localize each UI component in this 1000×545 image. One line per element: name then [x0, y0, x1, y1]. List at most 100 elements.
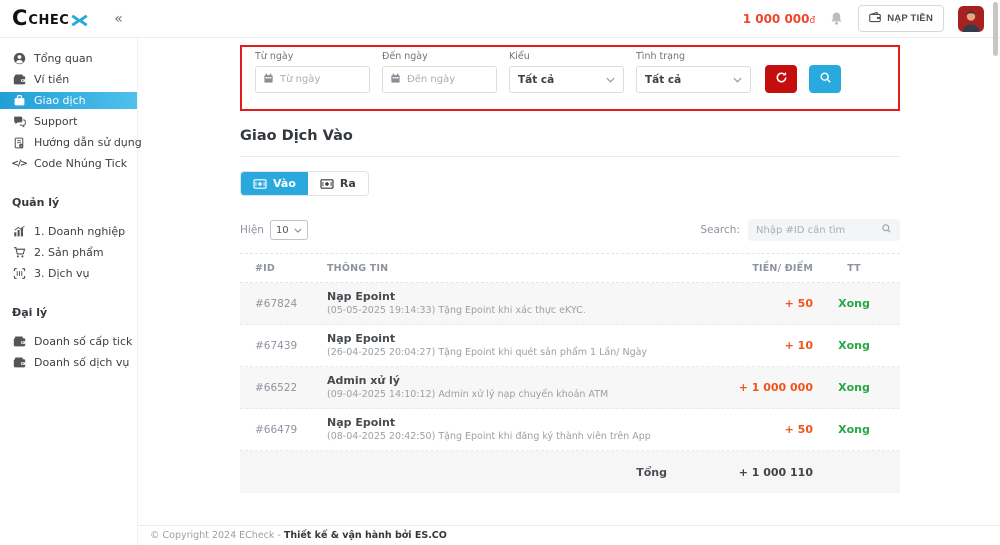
- table-search-label: Search:: [700, 224, 740, 236]
- table-row[interactable]: #66522 Admin xử lý (09-04-2025 14:10:12)…: [240, 367, 900, 409]
- footer-copyright: © Copyright 2024 ECheck -: [150, 530, 281, 541]
- sidebar-item-support[interactable]: Support: [0, 111, 137, 132]
- briefcase-icon: [12, 94, 26, 107]
- sidebar-item-doanh-so-dich-vu[interactable]: Doanh số dịch vụ: [0, 352, 137, 373]
- search-icon: [881, 223, 892, 237]
- type-select-value: Tất cả: [518, 74, 554, 86]
- to-date-label: Đến ngày: [382, 51, 497, 62]
- total-label: Tổng: [327, 466, 685, 479]
- col-header-amount: TIỀN/ ĐIỂM: [695, 263, 813, 274]
- cart-icon: [12, 246, 26, 259]
- sidebar-collapse-icon[interactable]: «: [114, 11, 123, 27]
- transactions-table: #ID THÔNG TIN TIỀN/ ĐIỂM TT #67824 Nạp E…: [240, 253, 900, 493]
- row-id: #67824: [255, 298, 317, 310]
- main-area: Từ ngày Đến ngày Kiểu Tất cả: [138, 38, 1000, 545]
- direction-tabs: Vào Ra: [240, 171, 369, 196]
- row-amount: + 1 000 000: [695, 381, 813, 394]
- sidebar-item-doanh-so-cap-tick[interactable]: Doanh số cấp tick: [0, 331, 137, 352]
- sidebar-item-vi-tien[interactable]: Ví tiền: [0, 69, 137, 90]
- logo-c-glyph: C: [12, 8, 27, 29]
- sidebar-item-code-nhung[interactable]: </> Code Nhúng Tick: [0, 153, 137, 174]
- sidebar-item-label: Doanh số dịch vụ: [34, 356, 129, 369]
- sidebar-section-quan-ly: Quản lý: [0, 196, 137, 209]
- page-size-select[interactable]: 10: [270, 220, 308, 240]
- refresh-button[interactable]: [765, 65, 797, 93]
- tab-ra[interactable]: Ra: [308, 172, 368, 195]
- show-label: Hiện: [240, 224, 264, 236]
- footer: © Copyright 2024 ECheck - Thiết kế & vận…: [138, 525, 1000, 545]
- topup-wallet-icon: [869, 11, 881, 26]
- svg-text:i: i: [21, 143, 22, 147]
- chevron-down-icon: [733, 74, 742, 86]
- table-search-input[interactable]: [756, 225, 875, 236]
- vertical-scrollbar[interactable]: [993, 2, 998, 56]
- table-total-row: Tổng + 1 000 110: [240, 451, 900, 493]
- row-status: Xong: [823, 423, 885, 436]
- sidebar-item-label: Hướng dẫn sử dụng: [34, 136, 142, 149]
- sidebar-item-label: Support: [34, 115, 77, 128]
- sidebar-item-label: Doanh số cấp tick: [34, 335, 132, 348]
- table-body: #67824 Nạp Epoint (05-05-2025 19:14:33) …: [240, 283, 900, 451]
- notifications-bell-icon[interactable]: [829, 11, 844, 26]
- status-select[interactable]: Tất cả: [636, 66, 751, 93]
- calendar-icon: [263, 73, 274, 87]
- code-icon: </>: [12, 159, 26, 169]
- table-row[interactable]: #66479 Nạp Epoint (08-04-2025 20:42:50) …: [240, 409, 900, 451]
- sidebar-item-label: 1. Doanh nghiệp: [34, 225, 125, 238]
- sidebar-item-giao-dich[interactable]: Giao dịch: [0, 92, 137, 109]
- row-title: Admin xử lý: [327, 374, 685, 389]
- app-logo[interactable]: CCHEC: [12, 8, 88, 29]
- page-title: Giao Dịch Vào: [240, 128, 900, 144]
- sidebar-item-doanh-nghiep[interactable]: 1. Doanh nghiệp: [0, 221, 137, 242]
- row-detail: (08-04-2025 20:42:50) Tặng Epoint khi đă…: [327, 431, 685, 444]
- row-amount: + 50: [695, 423, 813, 436]
- footer-credit: Thiết kế & vận hành bởi ES.CO: [284, 530, 447, 541]
- chevron-down-icon: [606, 74, 615, 86]
- to-date-input[interactable]: [382, 66, 497, 93]
- bar-chart-icon: [12, 225, 26, 238]
- tab-vao[interactable]: Vào: [241, 172, 308, 195]
- row-title: Nạp Epoint: [327, 416, 685, 431]
- type-label: Kiểu: [509, 51, 624, 62]
- sidebar-section-dai-ly: Đại lý: [0, 306, 137, 319]
- table-search-box[interactable]: [748, 219, 900, 241]
- sidebar-item-huong-dan[interactable]: i Hướng dẫn sử dụng: [0, 132, 137, 153]
- topup-button[interactable]: NẠP TIỀN: [858, 5, 944, 32]
- total-value: + 1 000 110: [695, 466, 813, 479]
- barcode-scan-icon: [12, 267, 26, 280]
- from-date-field[interactable]: [280, 74, 362, 85]
- from-date-input[interactable]: [255, 66, 370, 93]
- page-size-value: 10: [276, 225, 289, 236]
- row-id: #66522: [255, 382, 317, 394]
- type-select[interactable]: Tất cả: [509, 66, 624, 93]
- row-amount: + 10: [695, 339, 813, 352]
- table-header-row: #ID THÔNG TIN TIỀN/ ĐIỂM TT: [240, 253, 900, 283]
- filter-bar: Từ ngày Đến ngày Kiểu Tất cả: [240, 45, 900, 111]
- user-avatar[interactable]: [958, 6, 984, 32]
- to-date-field[interactable]: [407, 74, 489, 85]
- row-status: Xong: [823, 339, 885, 352]
- sidebar-item-san-pham[interactable]: 2. Sản phẩm: [0, 242, 137, 263]
- calendar-icon: [390, 73, 401, 87]
- document-info-icon: i: [12, 137, 26, 149]
- logo-scan-x-icon: [71, 14, 88, 27]
- table-row[interactable]: #67439 Nạp Epoint (26-04-2025 20:04:27) …: [240, 325, 900, 367]
- sidebar-item-dich-vu[interactable]: 3. Dịch vụ: [0, 263, 137, 284]
- col-header-id: #ID: [255, 263, 317, 274]
- filter-search-button[interactable]: [809, 65, 841, 93]
- wallet-icon: [12, 356, 26, 369]
- chat-bubbles-icon: [12, 115, 26, 128]
- topup-label: NẠP TIỀN: [887, 13, 933, 24]
- wallet-icon: [12, 335, 26, 348]
- row-status: Xong: [823, 381, 885, 394]
- user-circle-icon: [12, 52, 26, 65]
- refresh-icon: [775, 71, 788, 87]
- table-row[interactable]: #67824 Nạp Epoint (05-05-2025 19:14:33) …: [240, 283, 900, 325]
- sidebar-item-label: Giao dịch: [34, 94, 86, 107]
- row-id: #67439: [255, 340, 317, 352]
- sidebar-item-tong-quan[interactable]: Tổng quan: [0, 48, 137, 69]
- sidebar-item-label: 3. Dịch vụ: [34, 267, 90, 280]
- row-title: Nạp Epoint: [327, 290, 685, 305]
- row-detail: (05-05-2025 19:14:33) Tặng Epoint khi xá…: [327, 305, 685, 318]
- tab-label: Vào: [273, 177, 296, 190]
